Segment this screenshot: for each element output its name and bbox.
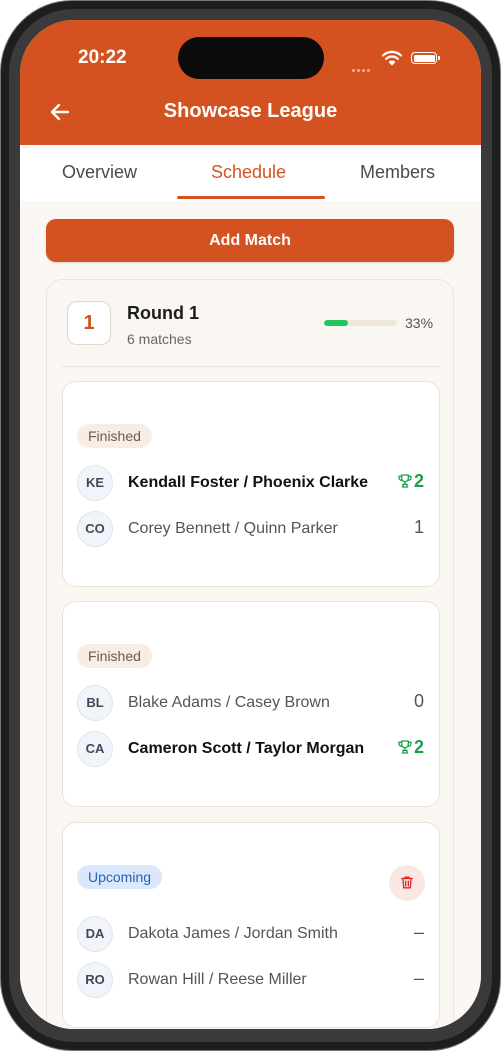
team-name: Dakota James / Jordan Smith	[128, 925, 338, 942]
schedule-content: Add Match 1 Round 1 6 matches 33% Finish…	[20, 201, 481, 1029]
match-card[interactable]: Finished BL Blake Adams / Casey Brown 0 …	[62, 601, 440, 807]
dynamic-island	[178, 37, 324, 79]
round-match-count: 6 matches	[127, 331, 192, 347]
phone-frame: 20:22 Showcase League Overview Schedule …	[0, 0, 501, 1051]
score-value: –	[413, 968, 424, 988]
score-value: 0	[413, 691, 424, 711]
score-value: 2	[413, 737, 424, 757]
delete-match-button[interactable]	[389, 865, 425, 901]
status-badge: Finished	[77, 644, 152, 668]
team-score: 1	[414, 517, 424, 538]
round-number-badge: 1	[67, 301, 111, 345]
round-card: 1 Round 1 6 matches 33% Finished KE Kend…	[46, 279, 454, 1029]
app-header: 20:22 Showcase League	[20, 20, 481, 145]
avatar: KE	[77, 465, 113, 501]
round-progress-label: 33%	[405, 315, 434, 331]
status-time: 20:22	[78, 47, 127, 68]
divider	[62, 366, 440, 367]
team-score: 2	[397, 471, 424, 492]
add-match-button[interactable]: Add Match	[46, 219, 454, 262]
match-card[interactable]: Upcoming DA Dakota James / Jordan Smith …	[62, 822, 440, 1028]
status-badge: Finished	[77, 424, 152, 448]
round-progress-bar	[324, 320, 397, 326]
team-name: Blake Adams / Casey Brown	[128, 694, 330, 711]
page-title: Showcase League	[163, 100, 338, 122]
avatar: CA	[77, 731, 113, 767]
score-value: 2	[413, 471, 424, 491]
tab-bar: Overview Schedule Members	[20, 145, 481, 201]
cellular-signal-icon	[352, 59, 372, 77]
battery-icon	[411, 52, 440, 64]
round-title: Round 1	[127, 303, 199, 323]
avatar: DA	[77, 916, 113, 952]
wifi-icon	[382, 50, 402, 66]
team-score: –	[414, 968, 424, 989]
team-name: Corey Bennett / Quinn Parker	[128, 520, 338, 537]
round-progress-fill	[324, 320, 349, 326]
status-icons	[350, 50, 472, 72]
team-name: Rowan Hill / Reese Miller	[128, 971, 307, 988]
trash-icon	[401, 876, 413, 889]
active-tab-indicator	[177, 196, 325, 199]
tab-overview[interactable]: Overview	[62, 162, 137, 183]
avatar: RO	[77, 962, 113, 998]
avatar: CO	[77, 511, 113, 547]
team-score: 2	[397, 737, 424, 758]
trophy-icon	[398, 740, 412, 754]
score-value: –	[413, 922, 424, 942]
trophy-icon	[398, 474, 412, 488]
status-badge: Upcoming	[77, 865, 163, 889]
team-score: –	[414, 922, 424, 943]
team-name: Kendall Foster / Phoenix Clarke	[128, 474, 369, 491]
tab-members[interactable]: Members	[360, 162, 435, 183]
team-score: 0	[414, 691, 424, 712]
tab-schedule[interactable]: Schedule	[211, 162, 286, 183]
avatar: BL	[77, 685, 113, 721]
team-name: Cameron Scott / Taylor Morgan	[128, 740, 365, 757]
match-card[interactable]: Finished KE Kendall Foster / Phoenix Cla…	[62, 381, 440, 587]
score-value: 1	[413, 517, 424, 537]
app-screen: 20:22 Showcase League Overview Schedule …	[20, 20, 481, 1029]
